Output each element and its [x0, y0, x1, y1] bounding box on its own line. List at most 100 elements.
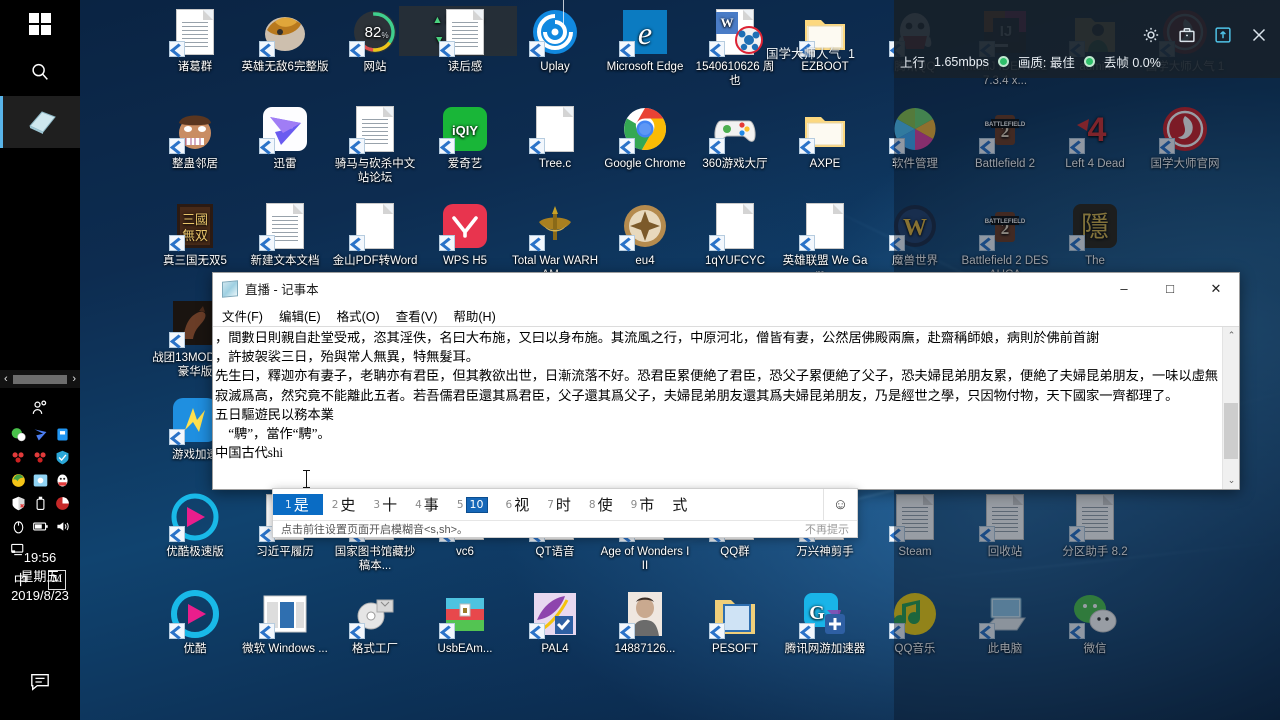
desktop-icon[interactable]: 360游戏大厅 — [690, 105, 780, 171]
winrar-icon — [439, 590, 489, 639]
gear-icon[interactable] — [1140, 24, 1162, 46]
desktop-icon[interactable]: AXPE — [780, 105, 870, 171]
desktop-icon-label: vc6 — [456, 546, 474, 558]
security-shield-tray-icon[interactable] — [10, 495, 27, 512]
ime-candidate-4[interactable]: 4事 — [406, 494, 448, 515]
scrollbar-thumb[interactable] — [1224, 403, 1238, 459]
ime-candidate-3[interactable]: 3十 — [364, 494, 406, 515]
minimize-button[interactable]: – — [1101, 273, 1147, 304]
desktop-icon[interactable]: iQIY 爱奇艺 — [420, 105, 510, 171]
desktop-icon[interactable]: PESOFT — [690, 590, 780, 656]
windows-logo-icon — [29, 13, 51, 35]
ime-candidate-10[interactable]: 式 — [663, 494, 696, 515]
desktop-icon[interactable]: 1qYUFCYC — [690, 202, 780, 268]
desktop-icon[interactable]: G 腾讯网游加速器 — [780, 590, 870, 656]
thunder-icon — [259, 105, 309, 154]
maximize-button[interactable]: □ — [1147, 273, 1193, 304]
desktop-icon[interactable]: 优酷极速版 — [150, 493, 240, 559]
scroll-down-icon[interactable]: ⌄ — [1223, 472, 1239, 489]
desktop-icon[interactable]: 格式工厂 — [330, 590, 420, 656]
notepad-scrollbar[interactable]: ⌃ ⌄ — [1222, 327, 1239, 489]
desktop-icon[interactable]: Tree.c — [510, 105, 600, 171]
ime-tip-text[interactable]: 点击前往设置页面开启模糊音<s,sh>。 — [281, 521, 468, 537]
desktop-icon[interactable]: eu4 — [600, 202, 690, 268]
battery-tray-icon[interactable] — [32, 518, 49, 535]
screenshot-tray-icon[interactable] — [32, 472, 49, 489]
notification-center-button[interactable] — [0, 672, 80, 692]
netease2-tray-icon[interactable] — [32, 449, 49, 466]
popout-icon[interactable] — [1212, 24, 1234, 46]
mouse-tray-icon[interactable] — [10, 518, 27, 535]
shortcut-overlay-icon — [619, 41, 635, 57]
desktop-icon[interactable]: PAL4 — [510, 590, 600, 656]
clock-time: 19:56 — [23, 550, 57, 565]
wechat-tray-icon[interactable] — [10, 426, 27, 443]
desktop-icon[interactable]: Total War WARHAM... — [510, 202, 600, 282]
desktop-icon[interactable]: 微软 Windows ... — [240, 590, 330, 656]
desktop-icon[interactable]: Uplay — [510, 8, 600, 74]
desktop-icon[interactable]: 诸葛群 — [150, 8, 240, 74]
taskbar-item-sticky-notes[interactable] — [0, 96, 80, 148]
notepad-menu-4[interactable]: 帮助(H) — [453, 306, 495, 325]
ime-candidate-1[interactable]: 1是 — [273, 494, 323, 515]
tray-overflow-nav[interactable]: ‹ › — [0, 370, 80, 388]
volume-tray-icon[interactable] — [54, 518, 71, 535]
ime-candidate-7[interactable]: 7时 — [538, 494, 580, 515]
thunder-tray-icon[interactable] — [32, 426, 49, 443]
notepad-text[interactable]: ，間數日則親自赴堂受戒，恣其淫佚，名曰大布施，又曰以身布施。其流風之行，中原河北… — [215, 328, 1221, 489]
desktop-icon[interactable]: 新建文本文档 — [240, 202, 330, 268]
tray-nav-prev[interactable]: ‹ — [4, 373, 8, 385]
emoji-button[interactable]: ☺ — [823, 489, 857, 520]
battery-circle-tray-icon[interactable] — [54, 495, 71, 512]
desktop-icon[interactable]: 优酷 — [150, 590, 240, 656]
usb-tray-icon[interactable] — [54, 426, 71, 443]
desktop-icon[interactable]: 读后感 — [420, 8, 510, 74]
search-button[interactable] — [0, 48, 80, 96]
desktop-icon-label: AXPE — [809, 158, 841, 170]
ime-candidate-2[interactable]: 2史 — [323, 494, 365, 515]
shortcut-overlay-icon — [799, 138, 815, 154]
desktop-icon[interactable]: e Microsoft Edge — [600, 8, 690, 74]
toolbox-icon[interactable] — [1176, 24, 1198, 46]
desktop-icon[interactable]: 金山PDF转Word — [330, 202, 420, 268]
desktop-icon[interactable]: 14887126... — [600, 590, 690, 656]
desktop-icon[interactable]: 三國 無双 真三国无双5 — [150, 202, 240, 268]
tray-scroll-thumb[interactable] — [12, 374, 68, 384]
ime-tip-dismiss[interactable]: 不再提示 — [805, 521, 849, 537]
desktop-icon[interactable]: 英雄无敌6完整版 — [240, 8, 330, 74]
ime-candidate-6[interactable]: 6视 — [497, 494, 539, 515]
desktop-icon[interactable]: 迅雷 — [240, 105, 330, 171]
desktop-icon[interactable]: 整蛊邻居 — [150, 105, 240, 171]
ime-candidate-text: 使 — [597, 496, 613, 514]
close-button[interactable]: ✕ — [1193, 273, 1239, 304]
scroll-up-icon[interactable]: ⌃ — [1223, 327, 1239, 344]
tray-nav-next[interactable]: › — [72, 373, 76, 385]
desktop-icon[interactable]: Google Chrome — [600, 105, 690, 171]
shield-green-tray-icon[interactable] — [54, 449, 71, 466]
desktop-icon[interactable]: 骑马与砍杀中文站论坛 — [330, 105, 420, 185]
ime-candidate-9[interactable]: 9市 — [622, 494, 664, 515]
shortcut-overlay-icon — [529, 623, 545, 639]
desktop-icon[interactable]: EZBOOT — [780, 8, 870, 74]
notepad-menu-0[interactable]: 文件(F) — [222, 306, 263, 325]
qq-tray-icon[interactable] — [54, 472, 71, 489]
desktop-icon[interactable]: UsbEAm... — [420, 590, 510, 656]
people-button[interactable] — [0, 392, 80, 426]
ime-candidate-index: 3 — [373, 498, 381, 511]
desktop-icon[interactable]: 英雄联盟 We Gam... — [780, 202, 870, 282]
start-button[interactable] — [0, 0, 80, 48]
notepad-menu-1[interactable]: 编辑(E) — [279, 306, 321, 325]
desktop-icon[interactable]: 82 % ▲ 233 K/s ▼ 0.4 K/s 网站 — [330, 6, 517, 74]
close-icon[interactable] — [1248, 24, 1270, 46]
netease-tray-icon[interactable] — [10, 449, 27, 466]
taskbar-clock[interactable]: 19:56 星期五 2019/8/23 — [0, 548, 80, 605]
ime-candidate-5[interactable]: 5 10 — [448, 496, 497, 513]
ime-candidate-8[interactable]: 8使 — [580, 494, 622, 515]
notepad-titlebar[interactable]: 直播 - 记事本 – □ ✕ — [213, 273, 1239, 304]
safely-remove-tray-icon[interactable] — [32, 495, 49, 512]
notepad-menu-3[interactable]: 查看(V) — [396, 306, 438, 325]
desktop-icon[interactable]: WPS H5 — [420, 202, 510, 268]
notepad-editor-area[interactable]: ，間數日則親自赴堂受戒，恣其淫佚，名曰大布施，又曰以身布施。其流風之行，中原河北… — [213, 326, 1239, 489]
notepad-menu-2[interactable]: 格式(O) — [337, 306, 380, 325]
firefox-tray-icon[interactable] — [10, 472, 27, 489]
